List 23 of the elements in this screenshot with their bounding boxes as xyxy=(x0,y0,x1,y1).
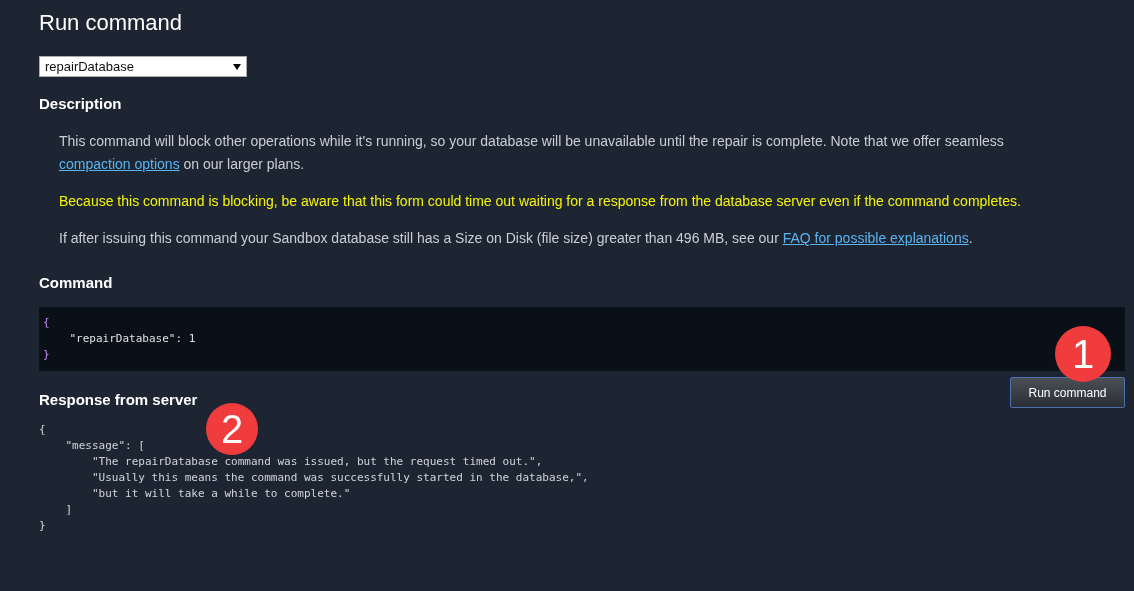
code-line: "repairDatabase": 1 xyxy=(68,331,196,347)
link[interactable]: compaction options xyxy=(59,156,180,172)
section-heading: Description xyxy=(39,95,122,112)
section-heading: Command xyxy=(39,274,113,291)
dropdown-arrow-icon xyxy=(233,63,241,70)
command-dropdown[interactable]: repairDatabase xyxy=(39,56,247,77)
code-line: } xyxy=(39,518,46,534)
callout-badge: 2 xyxy=(206,403,258,455)
code-line: ] xyxy=(64,502,73,518)
warning-text: Because this command is blocking, be aware that this form could time out waiting for a response from the database server even if the command completes. xyxy=(59,192,1022,211)
code-line: } xyxy=(43,347,50,363)
code-line: { xyxy=(43,315,50,331)
section-heading: Response from server xyxy=(39,391,198,408)
link[interactable]: FAQ for possible explanations xyxy=(782,230,969,246)
description-text: If after issuing this command your Sandbox database still has a Size on Disk (file size) greater than 496 MB, see our FAQ for possible explanations. xyxy=(59,229,974,248)
code-line: "Usually this means the command was successfully started in the database,", xyxy=(90,470,589,486)
run-command-button[interactable]: Run command xyxy=(1010,377,1125,408)
code-line: "message": [ xyxy=(64,438,145,454)
code-line: "The repairDatabase command was issued, but the request timed out.", xyxy=(90,454,543,470)
page-title: Run command xyxy=(39,10,183,36)
description-text: This command will block other operations while it's running, so your database will be unavailable until the repair is complete. Note that we offer seamless compaction options on our larger plans. xyxy=(59,132,1005,174)
code-line: { xyxy=(39,422,46,438)
code-line: "but it will take a while to complete." xyxy=(90,486,351,502)
